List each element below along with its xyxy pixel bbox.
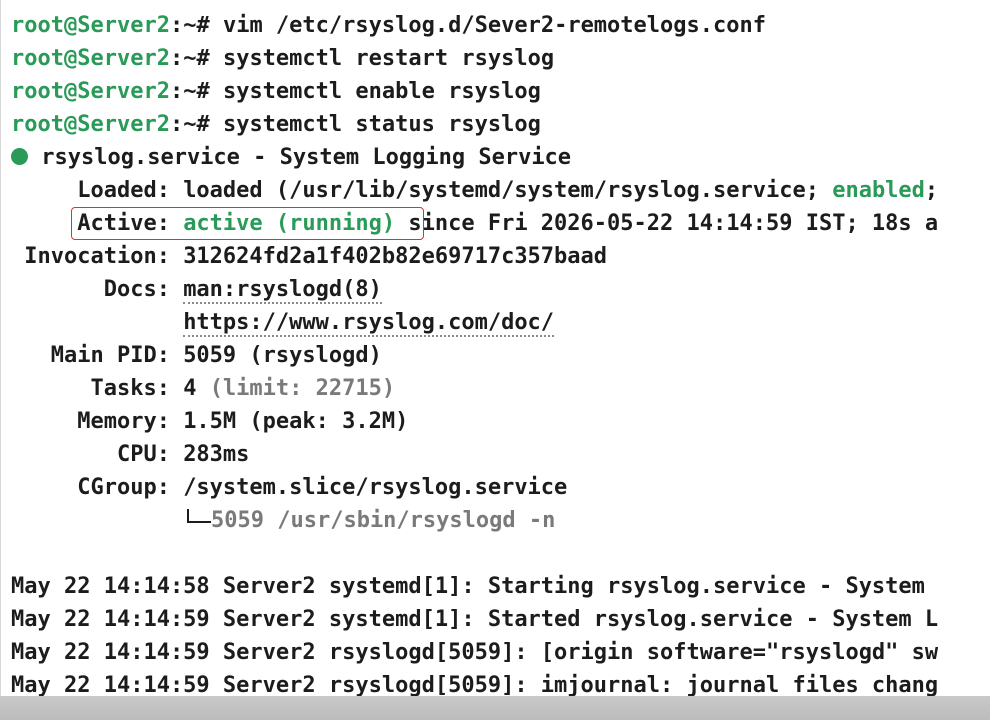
- prompt-user-host: root@Server2: [11, 13, 170, 38]
- command-line-1: root@Server2:~# vim /etc/rsyslog.d/Sever…: [11, 9, 766, 42]
- docs-label: Docs:: [11, 277, 184, 302]
- docs-link-web[interactable]: https://www.rsyslog.com/doc/: [183, 310, 555, 337]
- cpu-line: CPU: 283ms: [11, 438, 249, 471]
- cpu-label: CPU:: [11, 442, 184, 467]
- invocation-value: 312624fd2a1f402b82e69717c357baad: [183, 244, 608, 269]
- cpu-value: 283ms: [183, 442, 250, 467]
- mainpid-value: 5059 (rsyslogd): [183, 343, 382, 368]
- active-highlight-box: [71, 207, 424, 240]
- prompt-path: :~#: [169, 13, 210, 38]
- cgroup-child-line: 5059 /usr/sbin/rsyslogd -n: [183, 504, 555, 537]
- command-line-3: root@Server2:~# systemctl enable rsyslog: [11, 75, 541, 108]
- docs-line: Docs: man:rsyslogd(8): [11, 273, 382, 306]
- memory-line: Memory: 1.5M (peak: 3.2M): [11, 405, 408, 438]
- docs-line-2: https://www.rsyslog.com/doc/: [11, 306, 555, 339]
- unit-line: rsyslog.service - System Logging Service: [11, 141, 571, 174]
- prompt-path: :~#: [169, 79, 210, 104]
- command-line-4: root@Server2:~# systemctl status rsyslog: [11, 108, 541, 141]
- cgroup-child-process: 5059 /usr/sbin/rsyslogd -n: [211, 508, 556, 533]
- log-line: May 22 14:14:59 Server2 systemd[1]: Star…: [11, 607, 939, 632]
- prompt-user-host: root@Server2: [11, 46, 170, 71]
- prompt-path: :~#: [169, 46, 210, 71]
- active-tail: since Fri 2026-05-22 14:14:59 IST; 18s a: [395, 211, 939, 236]
- tasks-value: 4: [183, 376, 210, 401]
- command-text: systemctl status rsyslog: [209, 112, 541, 137]
- tasks-limit: (limit: 22715): [209, 376, 396, 401]
- command-text: vim /etc/rsyslog.d/Sever2-remotelogs.con…: [209, 13, 766, 38]
- mainpid-label: Main PID:: [11, 343, 184, 368]
- status-dot-icon: [11, 148, 28, 165]
- command-text: systemctl restart rsyslog: [209, 46, 555, 71]
- loaded-line: Loaded: loaded (/usr/lib/systemd/system/…: [11, 174, 938, 207]
- log-line: May 22 14:14:59 Server2 rsyslogd[5059]: …: [11, 640, 939, 665]
- command-text: systemctl enable rsyslog: [209, 79, 541, 104]
- unit-title: rsyslog.service - System Logging Service: [28, 145, 572, 170]
- terminal-window[interactable]: root@Server2:~# vim /etc/rsyslog.d/Sever…: [0, 0, 990, 696]
- prompt-user-host: root@Server2: [11, 112, 170, 137]
- cgroup-value: /system.slice/rsyslog.service: [183, 475, 568, 500]
- cgroup-line: CGroup: /system.slice/rsyslog.service: [11, 471, 567, 504]
- invocation-line: Invocation: 312624fd2a1f402b82e69717c357…: [11, 240, 607, 273]
- log-line: May 22 14:14:59 Server2 rsyslogd[5059]: …: [11, 673, 939, 696]
- tasks-line: Tasks: 4 (limit: 22715): [11, 372, 395, 405]
- loaded-value: loaded (/usr/lib/systemd/system/rsyslog.…: [183, 178, 833, 203]
- tree-branch-icon: [187, 509, 211, 523]
- mainpid-line: Main PID: 5059 (rsyslogd): [11, 339, 382, 372]
- loaded-enabled: enabled: [832, 178, 925, 203]
- command-line-2: root@Server2:~# systemctl restart rsyslo…: [11, 42, 554, 75]
- loaded-tail: ;: [924, 178, 939, 203]
- log-line: May 22 14:14:58 Server2 systemd[1]: Star…: [11, 574, 925, 599]
- docs-link-man[interactable]: man:rsyslogd(8): [183, 277, 382, 304]
- prompt-path: :~#: [169, 112, 210, 137]
- cgroup-label: CGroup:: [11, 475, 184, 500]
- memory-value: 1.5M (peak: 3.2M): [183, 409, 409, 434]
- window-bottom-edge: [0, 696, 990, 720]
- invocation-label: Invocation:: [11, 244, 184, 269]
- prompt-user-host: root@Server2: [11, 79, 170, 104]
- loaded-label: Loaded:: [11, 178, 184, 203]
- memory-label: Memory:: [11, 409, 184, 434]
- tasks-label: Tasks:: [11, 376, 184, 401]
